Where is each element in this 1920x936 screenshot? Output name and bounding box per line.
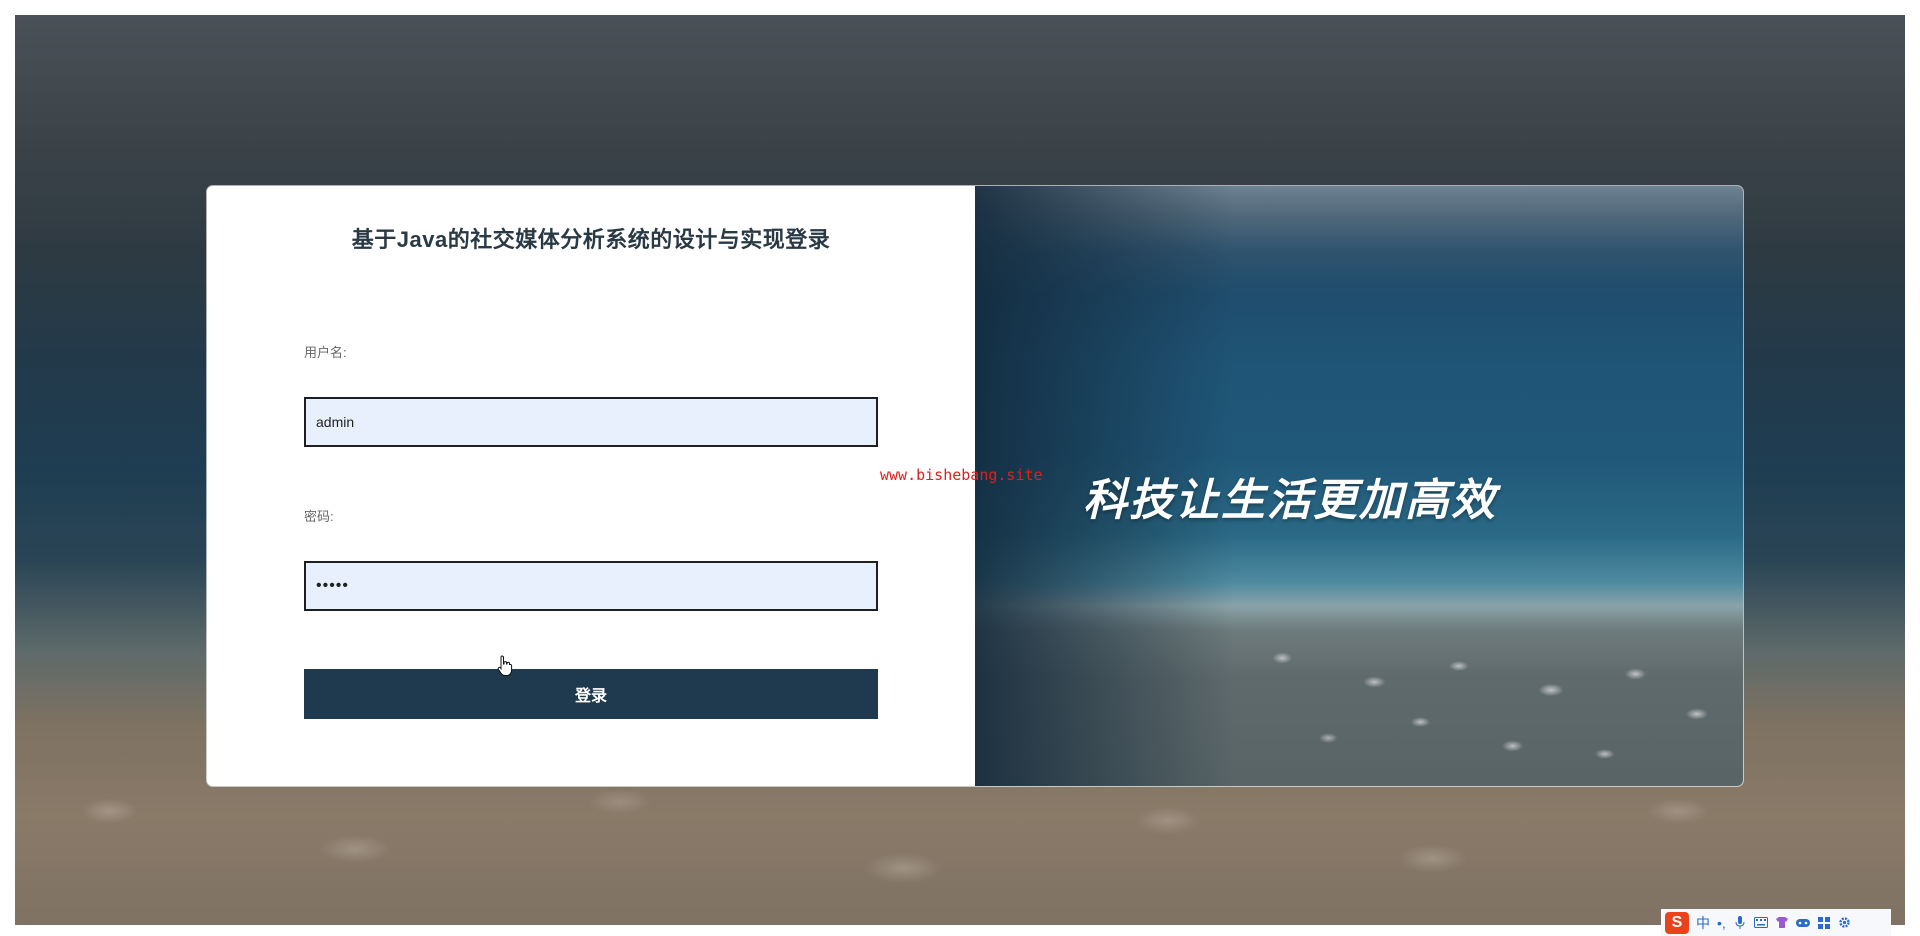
keyboard-icon[interactable]	[1753, 916, 1768, 930]
sogou-ime-logo[interactable]: S	[1665, 911, 1689, 934]
hand-cursor-icon	[497, 655, 513, 676]
game-icon[interactable]	[1795, 916, 1810, 930]
page-title: 基于Java的社交媒体分析系统的设计与实现登录	[351, 227, 831, 252]
ime-punctuation-toggle[interactable]: •,	[1717, 915, 1726, 931]
settings-icon[interactable]	[1838, 916, 1852, 930]
login-button[interactable]: 登录	[304, 669, 878, 719]
username-label: 用户名:	[304, 345, 347, 360]
password-input[interactable]	[304, 561, 878, 611]
watermark-text: www.bishebang.site	[880, 466, 1043, 484]
ime-toolbar: S 中 •,	[1661, 909, 1891, 936]
username-input[interactable]	[304, 397, 878, 447]
login-form-panel: 基于Java的社交媒体分析系统的设计与实现登录 用户名: 密码: 登录	[207, 186, 975, 786]
mic-icon[interactable]	[1733, 915, 1747, 930]
beach-banner-image: 科技让生活更加高效	[975, 186, 1743, 786]
grid-icon[interactable]	[1817, 916, 1831, 930]
ime-language-toggle[interactable]: 中	[1696, 913, 1710, 933]
login-card: 基于Java的社交媒体分析系统的设计与实现登录 用户名: 密码: 登录 科技让生…	[207, 186, 1743, 786]
skin-icon[interactable]	[1775, 916, 1789, 930]
banner-slogan: 科技让生活更加高效	[1083, 475, 1497, 526]
password-label: 密码:	[304, 509, 334, 524]
